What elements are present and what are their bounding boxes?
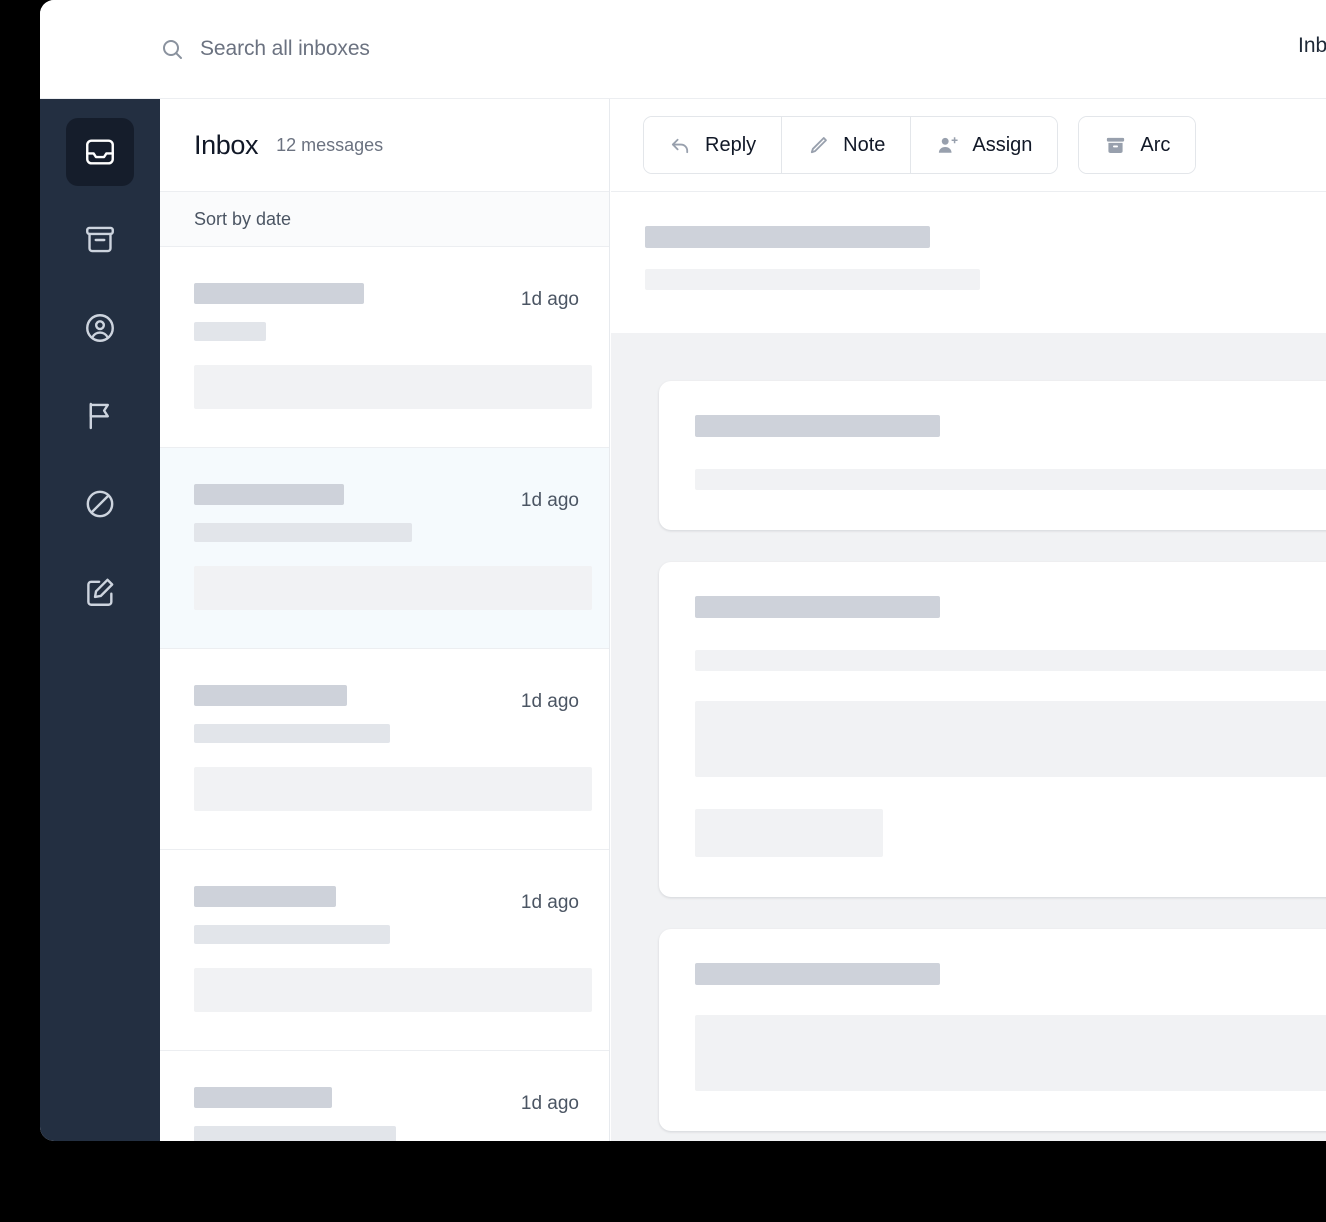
message-subject-placeholder: [194, 724, 390, 743]
search-input[interactable]: [200, 37, 680, 61]
conversation-message-cards: [611, 333, 1326, 1141]
sort-label: Sort by date: [194, 208, 292, 229]
ban-icon: [83, 487, 117, 521]
toolbar-button-group: Reply Note Assign: [643, 116, 1059, 174]
assign-button[interactable]: Assign: [911, 117, 1058, 173]
conversation-meta-placeholder: [645, 269, 980, 290]
arc-button-label: Arc: [1140, 133, 1171, 156]
topbar-right-label: Inb: [1298, 34, 1326, 57]
archive-icon: [83, 223, 117, 257]
reply-button-label: Reply: [705, 133, 757, 156]
message-timestamp: 1d ago: [520, 691, 579, 712]
message-list-item[interactable]: 1d ago: [160, 1051, 609, 1141]
card-author-placeholder: [695, 415, 940, 437]
card-paragraph-placeholder: [695, 1015, 1326, 1091]
message-subject-placeholder: [194, 1126, 396, 1141]
message-timestamp: 1d ago: [520, 490, 579, 511]
conversation-column: Reply Note Assign Arc: [611, 99, 1326, 1141]
message-list-item[interactable]: 1d ago: [160, 649, 609, 850]
message-preview-placeholder: [194, 767, 592, 811]
search-field-wrapper[interactable]: [160, 0, 1326, 98]
assign-button-label: Assign: [972, 133, 1033, 156]
flag-icon: [83, 399, 117, 433]
message-rows-container: 1d ago 1d ago 1d ago 1d ago 1d ago: [160, 247, 609, 1141]
conversation-subject-placeholder: [645, 226, 930, 248]
page-title: Inbox: [194, 129, 259, 160]
sidebar-item-blocked[interactable]: [66, 470, 134, 538]
search-icon: [160, 37, 184, 61]
user-plus-icon: [936, 134, 959, 157]
message-sender-placeholder: [194, 1087, 332, 1108]
message-list-item[interactable]: 1d ago: [160, 850, 609, 1051]
message-sender-placeholder: [194, 283, 364, 304]
top-search-bar: Inb: [40, 0, 1326, 99]
card-text-placeholder: [695, 650, 1326, 671]
note-button-label: Note: [843, 133, 886, 156]
sidebar-item-archive[interactable]: [66, 206, 134, 274]
note-button[interactable]: Note: [782, 117, 912, 173]
arc-button[interactable]: Arc: [1079, 117, 1196, 173]
message-timestamp: 1d ago: [520, 1093, 579, 1114]
card-signature-placeholder: [695, 809, 883, 857]
message-list-column: Inbox 12 messages Sort by date 1d ago 1d …: [160, 99, 610, 1141]
message-sender-placeholder: [194, 886, 336, 907]
topbar-left-spacer: [40, 0, 160, 98]
card-paragraph-placeholder: [695, 701, 1326, 777]
message-subject-placeholder: [194, 925, 390, 944]
message-preview-placeholder: [194, 566, 592, 610]
message-count-label: 12 messages: [276, 134, 384, 155]
message-subject-placeholder: [194, 322, 266, 341]
app-window: Inb: [40, 0, 1326, 1141]
sidebar-item-inbox[interactable]: [66, 118, 134, 186]
sidebar-item-contacts[interactable]: [66, 294, 134, 362]
message-timestamp: 1d ago: [520, 289, 579, 310]
pencil-icon: [807, 134, 830, 157]
message-sender-placeholder: [194, 685, 347, 706]
archive-box-icon: [1104, 134, 1127, 157]
sidebar-item-flagged[interactable]: [66, 382, 134, 450]
reply-arrow-icon: [669, 134, 692, 157]
toolbar-button-group: Arc: [1078, 116, 1197, 174]
message-list-header: Inbox 12 messages: [160, 99, 609, 192]
compose-icon: [83, 575, 117, 609]
sort-by-date-control[interactable]: Sort by date: [160, 192, 609, 247]
card-author-placeholder: [695, 963, 940, 985]
message-preview-placeholder: [194, 968, 592, 1012]
reply-button[interactable]: Reply: [644, 117, 783, 173]
sidebar-item-compose[interactable]: [66, 558, 134, 626]
card-author-placeholder: [695, 596, 940, 618]
conversation-message-card[interactable]: [659, 929, 1326, 1131]
primary-sidebar: [40, 99, 160, 1141]
inbox-icon: [83, 135, 117, 169]
card-text-placeholder: [695, 469, 1326, 490]
contact-icon: [83, 311, 117, 345]
message-list-item[interactable]: 1d ago: [160, 247, 609, 448]
message-sender-placeholder: [194, 484, 344, 505]
screenshot-stage: Inb: [0, 0, 1326, 1222]
conversation-header: [611, 192, 1326, 333]
conversation-action-toolbar: Reply Note Assign Arc: [611, 99, 1326, 192]
message-timestamp: 1d ago: [520, 892, 579, 913]
message-subject-placeholder: [194, 523, 412, 542]
message-preview-placeholder: [194, 365, 592, 409]
conversation-message-card[interactable]: [659, 381, 1326, 530]
message-list-item[interactable]: 1d ago: [160, 448, 609, 649]
conversation-message-card[interactable]: [659, 562, 1326, 897]
